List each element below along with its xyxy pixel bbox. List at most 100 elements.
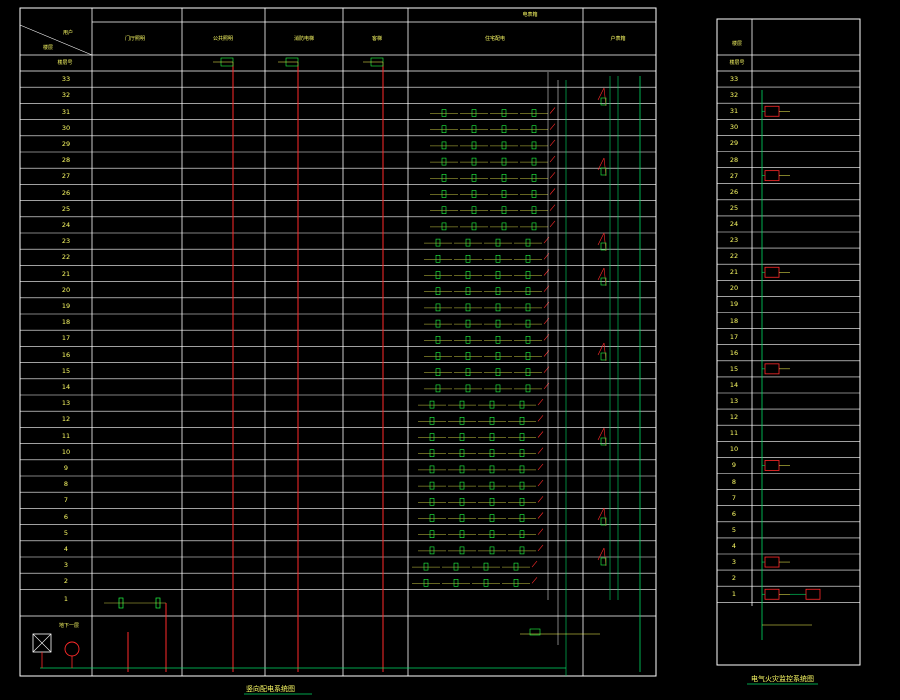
side-floor-label: 31	[729, 107, 739, 116]
breaker-symbol	[471, 206, 477, 214]
breaker-symbol	[435, 319, 441, 328]
breaker-symbol	[531, 206, 537, 214]
breaker-symbol	[465, 255, 471, 263]
breaker-symbol	[531, 190, 537, 198]
breaker-symbol	[501, 141, 507, 150]
breaker-symbol	[459, 530, 465, 539]
side-floor-label: 16	[729, 348, 739, 357]
breaker-symbol	[465, 287, 471, 296]
breaker-symbol	[459, 449, 465, 458]
breaker-symbol	[525, 238, 531, 247]
floor-label: 8	[63, 480, 69, 489]
feeder-tap	[537, 544, 544, 552]
side-floor-label: 21	[729, 268, 739, 277]
breaker-symbol	[495, 384, 501, 393]
floor-label: 6	[63, 512, 69, 521]
feeder-tap	[549, 188, 556, 195]
fire-monitor-device	[764, 556, 780, 568]
side-floor-label: 10	[729, 445, 739, 454]
breaker-symbol	[429, 433, 435, 441]
side-floor-label: 28	[729, 155, 739, 164]
basement-label: 地下一层	[58, 623, 79, 629]
col-header-residential: 住宅配电	[484, 36, 505, 42]
side-floor-label: 30	[729, 123, 739, 132]
floor-label: 27	[61, 172, 71, 181]
breaker-symbol	[531, 157, 537, 166]
breaker-symbol	[531, 222, 537, 231]
floor-label: 12	[61, 415, 71, 424]
breaker-symbol	[489, 400, 495, 409]
breaker-symbol	[519, 514, 525, 522]
side-floor-label: 14	[729, 380, 739, 389]
breaker-symbol	[465, 335, 471, 344]
side-floor-label: 5	[731, 525, 737, 534]
side-floor-label: 23	[729, 236, 739, 245]
feeder-tap	[549, 107, 556, 114]
breaker-symbol	[459, 514, 465, 522]
side-floor-number-header: 楼层号	[729, 60, 745, 66]
side-floor-label: 7	[731, 493, 737, 502]
breaker-symbol	[459, 546, 465, 555]
meter-circle	[64, 641, 80, 657]
side-floor-label: 25	[729, 203, 739, 212]
side-floor-label: 29	[729, 139, 739, 148]
floor-label: 17	[61, 334, 71, 343]
breaker-symbol	[501, 206, 507, 214]
col-header-public-lighting: 公共照明	[212, 36, 233, 42]
breaker-symbol	[525, 335, 531, 344]
breaker-symbol	[441, 190, 447, 198]
breaker-symbol	[435, 287, 441, 296]
floor-label: 20	[61, 285, 71, 294]
breaker-symbol	[525, 352, 531, 360]
feeder-tap	[549, 139, 556, 147]
breaker-symbol	[501, 157, 507, 166]
floor-label: 29	[61, 139, 71, 148]
floor-label: 24	[61, 220, 71, 229]
side-floor-label: 19	[729, 300, 739, 309]
breaker-symbol	[435, 238, 441, 247]
feeder-tap	[549, 155, 556, 163]
breaker-symbol	[465, 319, 471, 328]
breaker-symbol	[489, 433, 495, 441]
col-header-lobby-lighting: 门厅照明	[124, 36, 145, 42]
floor-label: 25	[61, 204, 71, 213]
breaker-symbol	[531, 174, 537, 182]
breaker-symbol	[441, 174, 447, 182]
breaker-symbol	[489, 530, 495, 539]
side-diagram-title: 电气火灾监控系统图	[751, 675, 814, 683]
breaker-symbol	[489, 546, 495, 555]
fire-monitor-device	[764, 105, 780, 117]
breaker-symbol	[471, 141, 477, 150]
floor-label: 14	[61, 382, 71, 391]
breaker-symbol	[489, 465, 495, 474]
breaker-symbol	[453, 562, 459, 571]
breaker-symbol	[525, 255, 531, 263]
breaker-symbol	[501, 174, 507, 182]
breaker-symbol	[519, 416, 525, 425]
breaker-symbol	[465, 303, 471, 312]
breaker-symbol	[519, 449, 525, 458]
breaker-symbol	[459, 433, 465, 441]
side-floor-label: 2	[731, 574, 737, 583]
breaker-symbol	[519, 400, 525, 409]
breaker-symbol	[489, 497, 495, 506]
breaker-symbol	[531, 109, 537, 117]
side-floor-label: 15	[729, 364, 739, 373]
breaker-symbol	[525, 384, 531, 393]
floor-label: 18	[61, 318, 71, 327]
floor-label: 9	[63, 463, 69, 472]
breaker-symbol	[519, 497, 525, 506]
side-floor-label: 4	[731, 541, 737, 550]
side-floor-label: 20	[729, 284, 739, 293]
breaker-symbol	[489, 481, 495, 490]
fire-monitor-device	[764, 460, 780, 471]
breaker-symbol	[471, 174, 477, 182]
breaker-symbol	[465, 384, 471, 393]
feeder-tap	[537, 431, 544, 438]
fire-monitor-device	[764, 266, 780, 278]
breaker-symbol	[525, 287, 531, 296]
side-floor-label: 33	[729, 75, 739, 84]
breaker-symbol	[465, 352, 471, 360]
fire-monitor-host	[805, 588, 821, 600]
feeder-tap	[531, 560, 538, 568]
